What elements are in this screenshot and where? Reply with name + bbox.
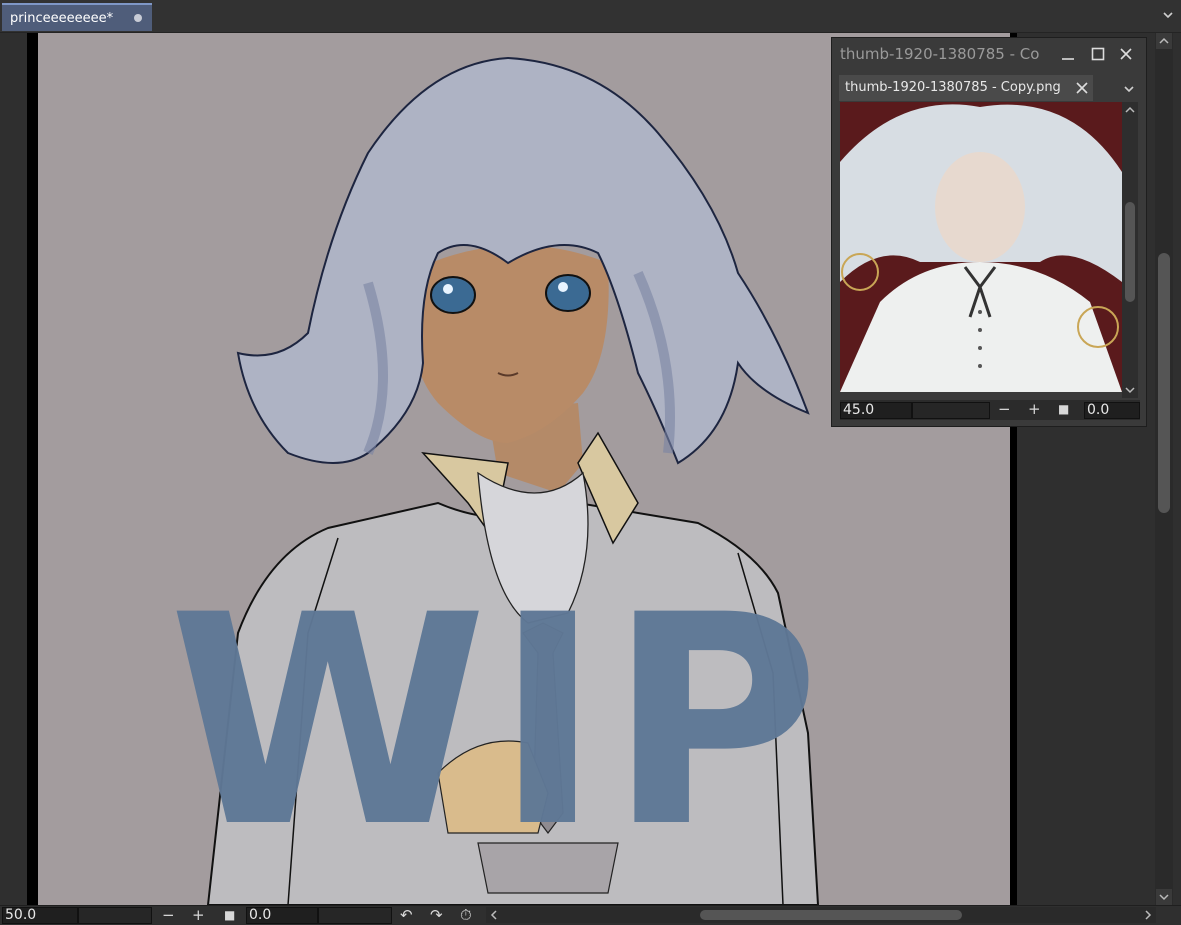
rotate-left-icon[interactable]: ↶ <box>400 906 413 924</box>
chevron-down-icon <box>1159 894 1169 901</box>
reset-rotation-icon[interactable]: ⏱ <box>460 906 472 924</box>
scroll-down-button[interactable] <box>1156 889 1172 905</box>
zoom-in-icon[interactable]: + <box>1028 400 1041 418</box>
maximize-icon[interactable] <box>1090 46 1106 62</box>
chevron-down-icon[interactable] <box>1122 82 1136 96</box>
reference-toolbar: 45.0 − + ■ 0.0 <box>840 400 1140 420</box>
chevron-down-icon[interactable] <box>1123 383 1137 397</box>
document-tab[interactable]: princeeeeeeee* <box>2 3 152 31</box>
vertical-scroll-thumb[interactable] <box>1158 253 1170 513</box>
chevron-right-icon[interactable] <box>1141 908 1155 922</box>
close-tab-icon[interactable] <box>1075 81 1089 95</box>
reference-zoom-field[interactable]: 45.0 <box>840 402 912 419</box>
reset-zoom-icon[interactable]: ■ <box>1058 400 1069 418</box>
zoom-slider[interactable] <box>78 907 152 924</box>
zoom-in-icon[interactable]: + <box>192 906 205 924</box>
zoom-out-icon[interactable]: − <box>162 906 175 924</box>
close-icon[interactable] <box>1118 46 1134 62</box>
reference-rotation-field[interactable]: 0.0 <box>1084 402 1140 419</box>
canvas-horizontal-scrollbar[interactable] <box>486 907 1156 923</box>
zoom-field[interactable]: 50.0 <box>2 907 78 924</box>
chevron-up-icon <box>1159 37 1169 44</box>
reference-illustration <box>840 102 1122 392</box>
scroll-up-button[interactable] <box>1156 33 1172 49</box>
rotation-slider[interactable] <box>318 907 392 924</box>
minimize-icon[interactable] <box>1060 46 1076 62</box>
chevron-left-icon[interactable] <box>487 908 501 922</box>
close-tab-icon[interactable] <box>134 14 142 22</box>
canvas-status-bar: 50.0 − + ■ 0.0 ↶ ↷ ⏱ <box>0 905 1181 925</box>
watermark-text: WIP <box>168 554 827 891</box>
reference-image[interactable] <box>840 102 1122 392</box>
reference-tab-label: thumb-1920-1380785 - Copy.png <box>845 80 1061 95</box>
rotation-field[interactable]: 0.0 <box>246 907 318 924</box>
chevron-up-icon[interactable] <box>1123 103 1137 117</box>
reference-zoom-slider[interactable] <box>912 402 990 419</box>
reference-scroll-thumb[interactable] <box>1125 202 1135 302</box>
zoom-out-icon[interactable]: − <box>998 400 1011 418</box>
reference-vertical-scrollbar[interactable] <box>1122 102 1138 398</box>
reference-tab[interactable]: thumb-1920-1380785 - Copy.png <box>839 75 1093 101</box>
docker-title: thumb-1920-1380785 - Co <box>840 45 1040 63</box>
document-tab-bar: princeeeeeeee* <box>0 0 1181 33</box>
chevron-down-icon[interactable] <box>1161 8 1175 22</box>
document-tab-label: princeeeeeeee* <box>10 11 114 26</box>
reference-image-docker[interactable]: thumb-1920-1380785 - Co thumb-1920-13807… <box>831 37 1147 427</box>
reset-zoom-icon[interactable]: ■ <box>224 906 235 924</box>
canvas-vertical-scrollbar[interactable] <box>1155 33 1173 905</box>
rotate-right-icon[interactable]: ↷ <box>430 906 443 924</box>
horizontal-scroll-thumb[interactable] <box>700 910 962 920</box>
